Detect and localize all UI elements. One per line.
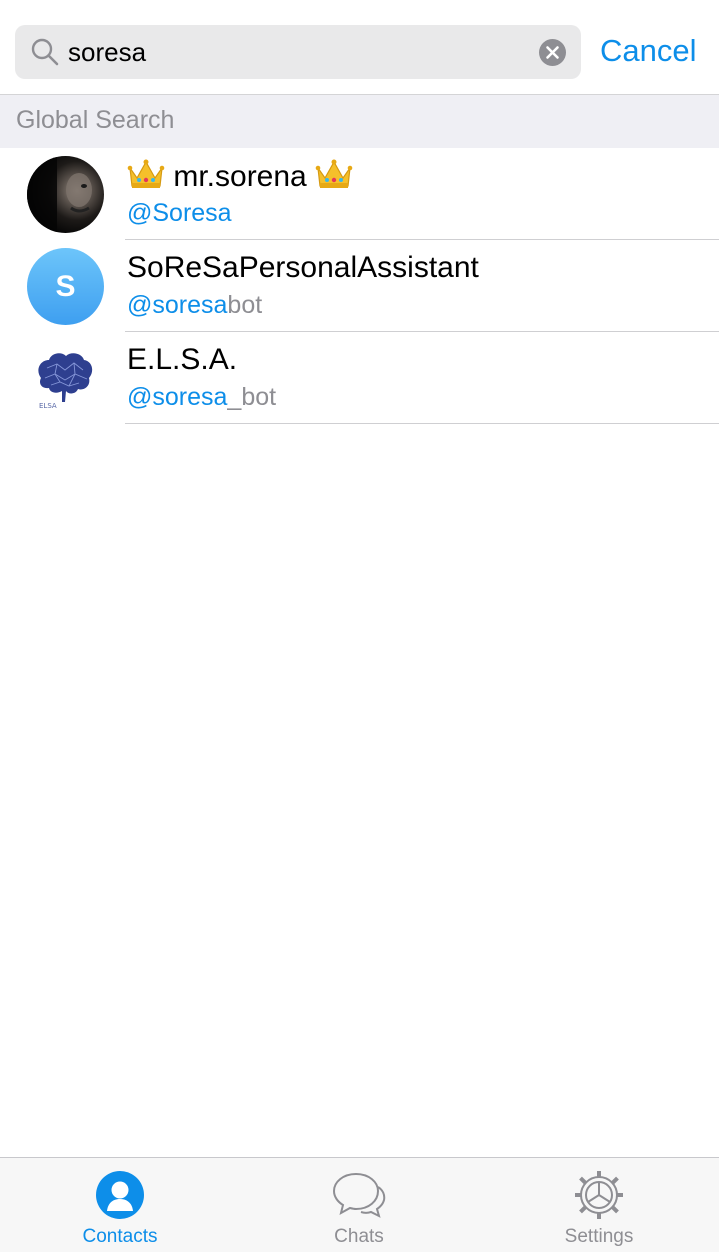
result-username: @soresabot: [127, 290, 262, 320]
username-match: @soresa: [127, 291, 228, 319]
search-input[interactable]: soresa: [15, 25, 581, 79]
tab-settings[interactable]: Settings: [499, 1158, 699, 1252]
tab-contacts[interactable]: Contacts: [20, 1158, 220, 1252]
result-name: mr.sorena: [127, 158, 353, 195]
section-title: Global Search: [16, 106, 175, 134]
speech-bubbles-icon: [331, 1169, 387, 1221]
result-username: @soresa_bot: [127, 382, 276, 412]
search-bar: soresa Cancel: [0, 0, 719, 95]
search-query-text: soresa: [68, 37, 147, 67]
username-rest: bot: [227, 291, 263, 319]
avatar: [27, 156, 104, 233]
username-rest: _bot: [227, 383, 277, 411]
row-divider: [125, 423, 719, 424]
clear-search-icon[interactable]: [539, 39, 566, 66]
tab-bar: Contacts Chats Settings: [0, 1157, 719, 1252]
search-result-row[interactable]: ELSA E.L.S.A. @soresa_bot: [0, 332, 719, 424]
logo-text: ELSA: [39, 402, 57, 410]
tab-chats[interactable]: Chats: [259, 1158, 459, 1252]
tab-label: Contacts: [82, 1226, 158, 1247]
crown-icon: [315, 158, 353, 190]
result-username: @Soresa: [127, 198, 232, 228]
section-header: Global Search: [0, 95, 719, 148]
result-name: E.L.S.A.: [127, 343, 238, 376]
search-icon: [30, 37, 60, 67]
cancel-button[interactable]: Cancel: [600, 30, 697, 72]
tab-label: Chats: [334, 1226, 384, 1247]
brain-logo-icon: ELSA: [27, 340, 104, 417]
result-name: SoReSaPersonalAssistant: [127, 251, 479, 284]
username-match: @soresa: [127, 383, 228, 411]
result-name-text: mr.sorena: [173, 160, 307, 193]
gear-icon: [571, 1169, 627, 1221]
tab-label: Settings: [564, 1226, 634, 1247]
search-result-row[interactable]: S SoReSaPersonalAssistant @soresabot: [0, 240, 719, 332]
crown-icon: [127, 158, 165, 190]
search-result-row[interactable]: mr.sorena @Soresa: [0, 148, 719, 240]
avatar-letter: S: [55, 269, 76, 303]
person-icon: [92, 1169, 148, 1221]
avatar: S: [27, 248, 104, 325]
username-match: @Soresa: [127, 199, 232, 227]
